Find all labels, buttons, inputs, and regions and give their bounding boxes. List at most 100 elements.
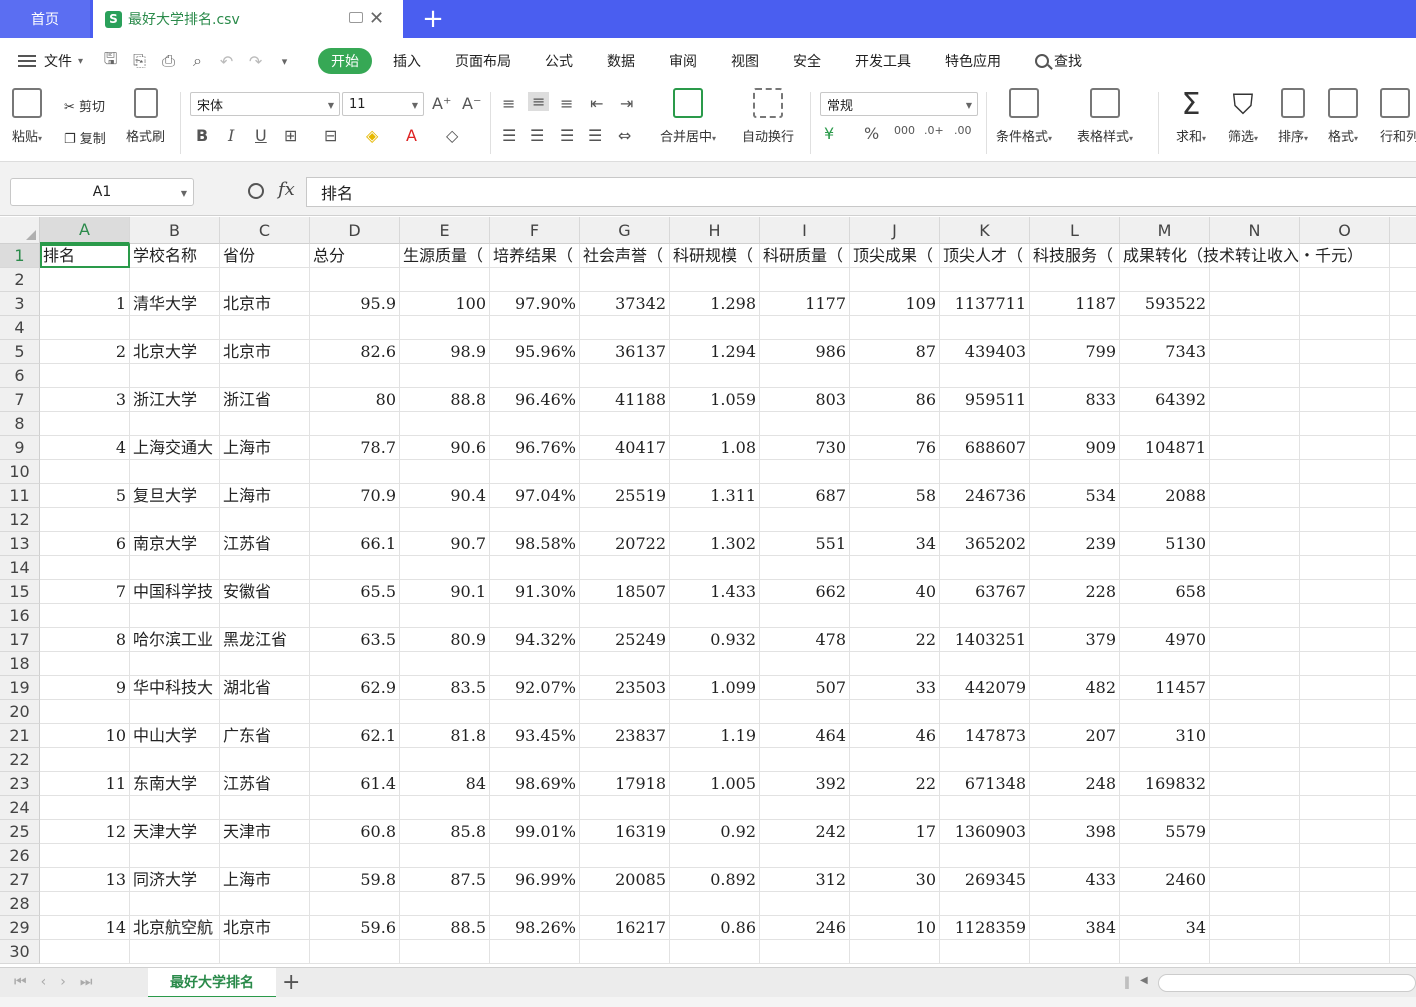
row-header[interactable]: 21 [0,724,40,748]
cell[interactable] [580,796,670,820]
cell[interactable]: 93.45% [490,724,580,748]
cell[interactable]: 478 [760,628,850,652]
cell[interactable] [130,268,220,292]
cell[interactable]: 62.9 [310,676,400,700]
cell[interactable]: 上海市 [220,868,310,892]
cell[interactable]: 12 [40,820,130,844]
cell[interactable]: 30 [850,868,940,892]
cell[interactable] [1300,412,1390,436]
cell[interactable] [850,700,940,724]
row-header[interactable]: 22 [0,748,40,772]
cell[interactable] [400,268,490,292]
cell[interactable] [1390,820,1416,844]
cell[interactable] [940,508,1030,532]
cell[interactable] [490,460,580,484]
header-cell[interactable]: 培养结果（ [490,244,580,268]
cell[interactable]: 天津市 [220,820,310,844]
cell[interactable]: 310 [1120,724,1210,748]
cell[interactable] [310,316,400,340]
monitor-icon[interactable] [349,12,363,23]
table-style-button[interactable]: 表格样式▾ [1077,88,1133,145]
spreadsheet-grid[interactable]: ABCDEFGHIJKLMNO 1 2 3 4 5 6 7 8 9 10 11 12 13 14 15 16 1… [0,217,1416,967]
cell[interactable] [1210,676,1300,700]
cell[interactable] [580,364,670,388]
cell[interactable] [760,460,850,484]
cell[interactable]: 248 [1030,772,1120,796]
cell[interactable]: 中国科学技 [130,580,220,604]
cell[interactable]: 246 [760,916,850,940]
cell[interactable] [760,364,850,388]
cell[interactable] [1390,940,1416,964]
cell[interactable] [1300,844,1390,868]
cell[interactable] [1390,772,1416,796]
cell[interactable] [1390,340,1416,364]
cell[interactable]: 94.32% [490,628,580,652]
align-left-icon[interactable]: ☰ [502,126,516,145]
cell[interactable] [1210,796,1300,820]
cell[interactable] [850,844,940,868]
new-tab-plus-icon[interactable]: + [420,4,446,34]
decrease-decimal-icon[interactable]: .00 [954,124,972,137]
cell[interactable] [1210,844,1300,868]
cell[interactable] [220,316,310,340]
cell[interactable] [400,652,490,676]
cell[interactable] [940,652,1030,676]
header-cell[interactable]: 排名 [40,244,130,268]
cell[interactable]: 688607 [940,436,1030,460]
cell[interactable] [1300,268,1390,292]
row-header[interactable]: 16 [0,604,40,628]
cell[interactable] [1210,244,1300,268]
cell[interactable] [130,556,220,580]
cell[interactable]: 黑龙江省 [220,628,310,652]
menu-tab-home[interactable]: 开始 [318,48,373,74]
cell[interactable]: 20722 [580,532,670,556]
increase-indent-icon[interactable]: ⇥ [620,94,633,113]
cell[interactable]: 95.9 [310,292,400,316]
cell[interactable] [40,844,130,868]
cell[interactable] [1120,268,1210,292]
cell[interactable] [760,844,850,868]
formula-input[interactable]: 排名 [306,177,1416,207]
cell[interactable] [940,844,1030,868]
row-header[interactable]: 29 [0,916,40,940]
wrap-text-button[interactable]: 自动换行 [742,88,794,145]
cell[interactable] [580,844,670,868]
cell[interactable] [1210,292,1300,316]
cell[interactable]: 复旦大学 [130,484,220,508]
cell[interactable]: 13 [40,868,130,892]
cell[interactable]: 25249 [580,628,670,652]
cell[interactable]: 909 [1030,436,1120,460]
cell[interactable]: 379 [1030,628,1120,652]
cell[interactable] [1030,508,1120,532]
cell[interactable] [850,556,940,580]
cell[interactable]: 312 [760,868,850,892]
cell[interactable] [1120,652,1210,676]
cell[interactable]: 40 [850,580,940,604]
cell[interactable]: 439403 [940,340,1030,364]
cell[interactable] [40,364,130,388]
cell[interactable] [580,748,670,772]
cell[interactable] [1210,340,1300,364]
cell[interactable]: 78.7 [310,436,400,460]
cell[interactable] [940,316,1030,340]
cell[interactable] [400,412,490,436]
cell[interactable] [1030,652,1120,676]
cell[interactable]: 40417 [580,436,670,460]
cell[interactable] [760,508,850,532]
cell[interactable] [220,796,310,820]
cell[interactable] [310,700,400,724]
cell[interactable]: 658 [1120,580,1210,604]
cell[interactable]: 北京航空航 [130,916,220,940]
cell[interactable] [580,700,670,724]
cell[interactable] [940,796,1030,820]
menu-tab-review[interactable]: 审阅 [652,48,714,74]
cell[interactable] [40,652,130,676]
cell[interactable] [670,508,760,532]
cell[interactable] [1390,700,1416,724]
cell[interactable]: 62.1 [310,724,400,748]
cell[interactable] [1210,892,1300,916]
cell[interactable]: 22 [850,772,940,796]
cell[interactable] [1030,268,1120,292]
tab-document[interactable]: S 最好大学排名.csv ✕ [93,0,403,38]
font-color-icon[interactable]: A [406,126,417,145]
